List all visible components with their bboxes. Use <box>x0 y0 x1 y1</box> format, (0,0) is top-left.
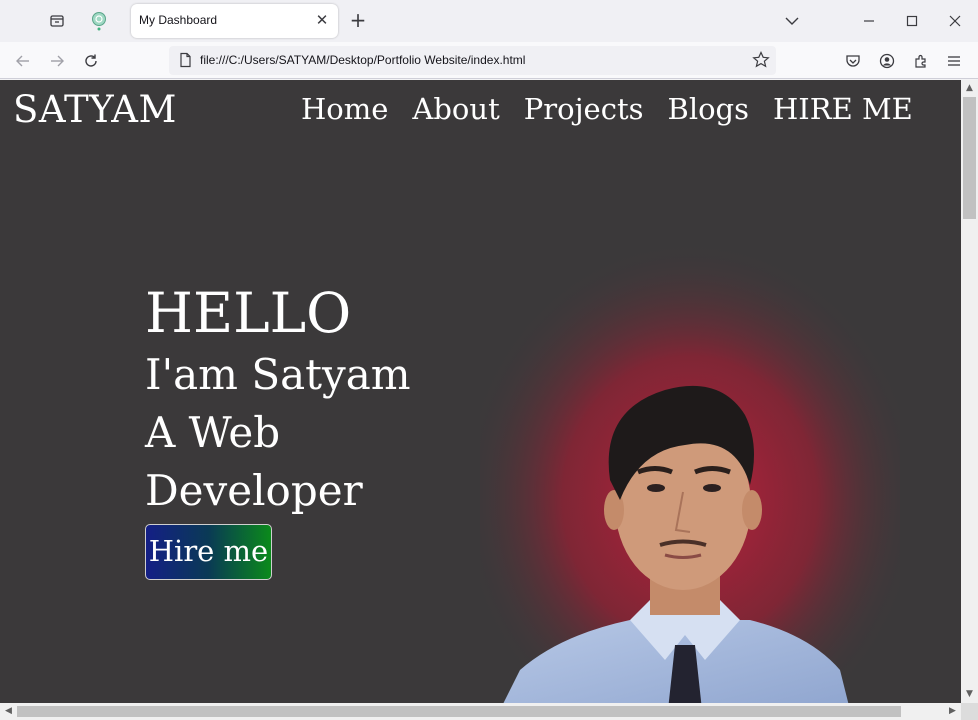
hero-hello: HELLO <box>145 281 352 345</box>
site-nav: Home About Projects Blogs HIRE ME <box>301 92 913 126</box>
vertical-scroll-thumb[interactable] <box>963 97 976 219</box>
chevron-down-icon[interactable] <box>780 9 804 33</box>
star-icon[interactable] <box>752 51 770 69</box>
tab-bar: My Dashboard ✕ + <box>0 0 978 42</box>
page-icon <box>177 52 193 68</box>
scrollbar-corner <box>961 703 978 720</box>
extensions-icon[interactable] <box>908 48 934 74</box>
horizontal-scrollbar[interactable]: ◀ ▶ <box>0 703 961 720</box>
extension-tab-icon[interactable] <box>86 8 112 34</box>
nav-blogs[interactable]: Blogs <box>668 92 750 126</box>
nav-projects[interactable]: Projects <box>524 92 644 126</box>
scroll-down-icon[interactable]: ▼ <box>961 686 978 703</box>
hire-me-button[interactable]: Hire me <box>145 524 272 580</box>
menu-icon[interactable] <box>941 48 967 74</box>
minimize-icon[interactable] <box>857 9 881 33</box>
window-close-icon[interactable] <box>943 9 967 33</box>
page-viewport: SATYAM Home About Projects Blogs HIRE ME… <box>0 80 961 703</box>
forward-icon[interactable] <box>44 48 70 74</box>
tab-my-dashboard[interactable]: My Dashboard ✕ <box>131 4 338 38</box>
reload-icon[interactable] <box>78 48 104 74</box>
nav-hire-me[interactable]: HIRE ME <box>773 92 913 126</box>
url-text[interactable]: file:///C:/Users/SATYAM/Desktop/Portfoli… <box>200 53 525 67</box>
plus-icon[interactable]: + <box>347 9 369 31</box>
tab-title: My Dashboard <box>139 13 218 27</box>
url-bar[interactable]: file:///C:/Users/SATYAM/Desktop/Portfoli… <box>169 46 776 75</box>
vertical-scrollbar[interactable]: ▲ ▼ <box>961 80 978 703</box>
nav-about[interactable]: About <box>412 92 499 126</box>
site-logo[interactable]: SATYAM <box>13 88 177 131</box>
hero-text: HELLO I'am Satyam A Web Developer Hire m… <box>145 280 411 580</box>
close-icon[interactable]: ✕ <box>314 11 330 29</box>
scroll-up-icon[interactable]: ▲ <box>961 80 978 97</box>
maximize-icon[interactable] <box>900 9 924 33</box>
hero-line-role-2: Developer <box>145 466 363 515</box>
sidebar-icon[interactable] <box>44 8 70 34</box>
hero-line-name: I'am Satyam <box>145 350 411 399</box>
scroll-right-icon[interactable]: ▶ <box>944 703 961 720</box>
nav-home[interactable]: Home <box>301 92 388 126</box>
account-icon[interactable] <box>874 48 900 74</box>
portrait-image <box>480 240 900 703</box>
navigation-toolbar: file:///C:/Users/SATYAM/Desktop/Portfoli… <box>0 42 978 79</box>
scroll-left-icon[interactable]: ◀ <box>0 703 17 720</box>
back-icon[interactable] <box>10 48 36 74</box>
pocket-icon[interactable] <box>840 48 866 74</box>
horizontal-scroll-thumb[interactable] <box>17 706 901 717</box>
hero-line-role-1: A Web <box>145 408 281 457</box>
